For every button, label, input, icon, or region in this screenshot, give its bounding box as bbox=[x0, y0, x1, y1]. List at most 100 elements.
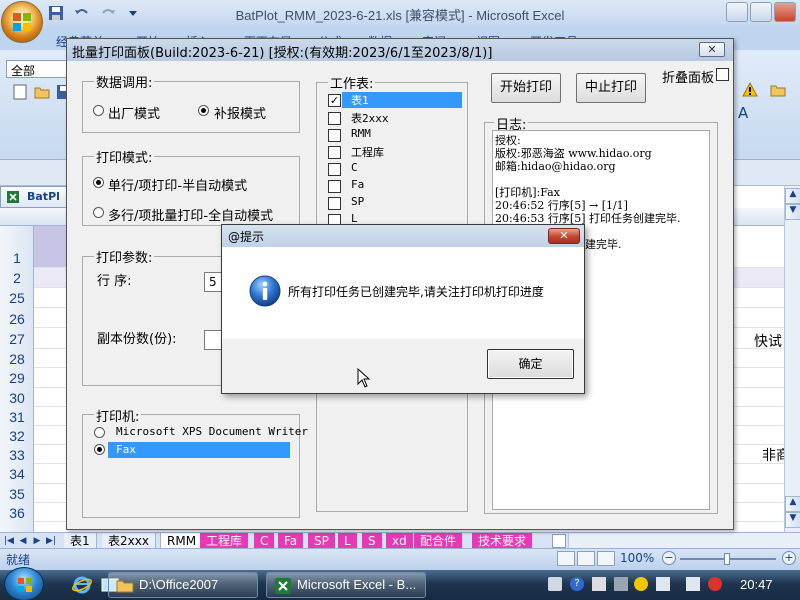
row-number[interactable]: 36 bbox=[0, 505, 34, 521]
row-number[interactable]: 26 bbox=[0, 311, 34, 327]
radio-supplement-mode[interactable] bbox=[198, 105, 209, 116]
folder-icon[interactable] bbox=[770, 82, 786, 98]
scroll-down-icon[interactable]: ▼ bbox=[785, 204, 800, 220]
radio-batch-print[interactable] bbox=[93, 207, 104, 218]
row-number[interactable]: 28 bbox=[0, 351, 34, 367]
radio-factory-mode[interactable] bbox=[93, 105, 104, 116]
sheet-checkbox[interactable] bbox=[328, 146, 341, 159]
sheet-tab[interactable]: SP bbox=[308, 533, 335, 549]
batch-print-label[interactable]: 多行/项批量打印-全自动模式 bbox=[108, 205, 273, 224]
sheet-tab[interactable]: S bbox=[362, 533, 382, 549]
text-style-icon[interactable]: A bbox=[738, 104, 762, 122]
scroll-up-icon[interactable]: ▲ bbox=[785, 496, 800, 512]
keyboard-icon[interactable] bbox=[548, 577, 562, 591]
name-box[interactable]: 全部 bbox=[6, 60, 68, 78]
sheet-tab[interactable]: C bbox=[254, 533, 275, 549]
sheet-tab[interactable]: xd bbox=[386, 533, 413, 549]
start-print-button[interactable]: 开始打印 bbox=[491, 73, 561, 103]
row-number[interactable]: 25 bbox=[0, 290, 34, 306]
sheet-checkbox[interactable] bbox=[328, 197, 341, 210]
ok-button[interactable]: 确定 bbox=[487, 349, 574, 379]
radio-printer-fax[interactable] bbox=[94, 444, 105, 455]
office-button[interactable] bbox=[1, 1, 43, 43]
insert-sheet-icon[interactable] bbox=[552, 534, 566, 548]
zoom-level[interactable]: 100% bbox=[620, 551, 654, 565]
row-number[interactable]: 33 bbox=[0, 447, 34, 463]
row-number[interactable]: 1 bbox=[0, 250, 34, 266]
network-icon[interactable] bbox=[656, 577, 670, 591]
scroll-down-icon[interactable]: ▼ bbox=[785, 512, 800, 528]
security-icon[interactable] bbox=[634, 577, 648, 591]
sheet-name[interactable]: Fa bbox=[351, 178, 364, 191]
printer-xps-label[interactable]: Microsoft XPS Document Writer bbox=[116, 425, 308, 438]
page-layout-view-icon[interactable] bbox=[577, 551, 595, 566]
scroll-up-icon[interactable]: ▲ bbox=[785, 188, 800, 204]
sheet-tab[interactable]: L bbox=[338, 533, 357, 549]
sheet-tab[interactable]: 表2xxx bbox=[102, 533, 156, 549]
sheet-checkbox[interactable] bbox=[328, 112, 341, 125]
row-number[interactable]: 29 bbox=[0, 370, 34, 386]
start-button[interactable] bbox=[4, 567, 44, 600]
help-icon[interactable]: ? bbox=[570, 577, 584, 591]
factory-mode-label[interactable]: 出厂模式 bbox=[108, 103, 160, 122]
zoom-out-icon[interactable]: − bbox=[662, 551, 676, 565]
supplement-mode-label[interactable]: 补报模式 bbox=[214, 103, 266, 122]
sheet-tab-active[interactable]: RMM bbox=[160, 533, 204, 549]
single-print-label[interactable]: 单行/项打印-半自动模式 bbox=[108, 175, 247, 194]
sheet-tab[interactable]: 工程库 bbox=[200, 533, 249, 549]
input-method-icon[interactable] bbox=[592, 577, 606, 591]
maximize-button[interactable] bbox=[750, 2, 772, 22]
printer-fax-label[interactable]: Fax bbox=[116, 443, 136, 456]
internet-explorer-icon[interactable] bbox=[72, 575, 92, 595]
horizontal-scrollbar[interactable] bbox=[568, 533, 800, 548]
next-sheet-icon[interactable]: ▶ bbox=[30, 533, 44, 549]
sheet-checkbox[interactable]: ✓ bbox=[328, 94, 341, 107]
row-number[interactable]: 2 bbox=[0, 270, 34, 286]
row-number[interactable]: 27 bbox=[0, 331, 34, 347]
dialog-close-button[interactable]: ✕ bbox=[548, 228, 580, 244]
normal-view-icon[interactable] bbox=[557, 551, 575, 566]
sheet-tab[interactable]: 技术要求 bbox=[472, 533, 533, 549]
row-number[interactable]: 35 bbox=[0, 486, 34, 502]
first-sheet-icon[interactable]: |◀ bbox=[2, 533, 16, 549]
vertical-scrollbar[interactable]: ▲ ▼ ▲ ▼ bbox=[784, 186, 800, 532]
sheet-checkbox[interactable] bbox=[328, 180, 341, 193]
row-number[interactable]: 34 bbox=[0, 466, 34, 482]
radio-printer-xps[interactable] bbox=[94, 427, 105, 438]
panel-close-button[interactable]: ✕ bbox=[699, 42, 725, 57]
window-close-button[interactable] bbox=[774, 2, 796, 22]
sheet-name[interactable]: C bbox=[351, 161, 358, 174]
printer-icon[interactable] bbox=[614, 577, 628, 591]
sheet-tab[interactable]: Fa bbox=[278, 533, 304, 549]
stop-print-button[interactable]: 中止打印 bbox=[576, 73, 646, 103]
collapse-panel-checkbox[interactable] bbox=[716, 68, 729, 81]
radio-single-print[interactable] bbox=[93, 177, 104, 188]
sheet-checkbox[interactable] bbox=[328, 129, 341, 142]
minimize-button[interactable] bbox=[726, 2, 748, 22]
sheet-name[interactable]: SP bbox=[351, 195, 364, 208]
prev-sheet-icon[interactable]: ◀ bbox=[16, 533, 30, 549]
zoom-slider-thumb[interactable] bbox=[724, 553, 730, 565]
sheet-checkbox[interactable] bbox=[328, 163, 341, 176]
sheet-name[interactable]: 表1 bbox=[351, 92, 369, 108]
sheet-name[interactable]: RMM bbox=[351, 127, 371, 140]
collapse-panel-label[interactable]: 折叠面板 bbox=[662, 67, 714, 86]
muted-icon[interactable] bbox=[708, 577, 722, 591]
taskbar-excel-item[interactable]: Microsoft Excel - B... bbox=[266, 572, 426, 598]
row-number[interactable]: 30 bbox=[0, 390, 34, 406]
sheet-name[interactable]: 工程库 bbox=[351, 144, 384, 160]
taskbar-explorer-item[interactable]: D:\Office2007 bbox=[108, 572, 258, 598]
sheet-tab[interactable]: 配合件 bbox=[414, 533, 463, 549]
row-number[interactable]: 32 bbox=[0, 428, 34, 444]
zoom-in-icon[interactable]: + bbox=[782, 551, 796, 565]
volume-icon[interactable] bbox=[686, 577, 700, 591]
last-sheet-icon[interactable]: ▶| bbox=[44, 533, 58, 549]
sheet-tab[interactable]: 表1 bbox=[64, 533, 97, 549]
open-folder-icon[interactable] bbox=[34, 84, 50, 100]
new-document-icon[interactable] bbox=[12, 84, 28, 100]
cell-text[interactable]: 快试 bbox=[754, 331, 782, 351]
page-break-view-icon[interactable] bbox=[597, 551, 615, 566]
sheet-name[interactable]: 表2xxx bbox=[351, 110, 389, 126]
help-warning-icon[interactable] bbox=[742, 82, 758, 98]
row-number[interactable]: 31 bbox=[0, 409, 34, 425]
